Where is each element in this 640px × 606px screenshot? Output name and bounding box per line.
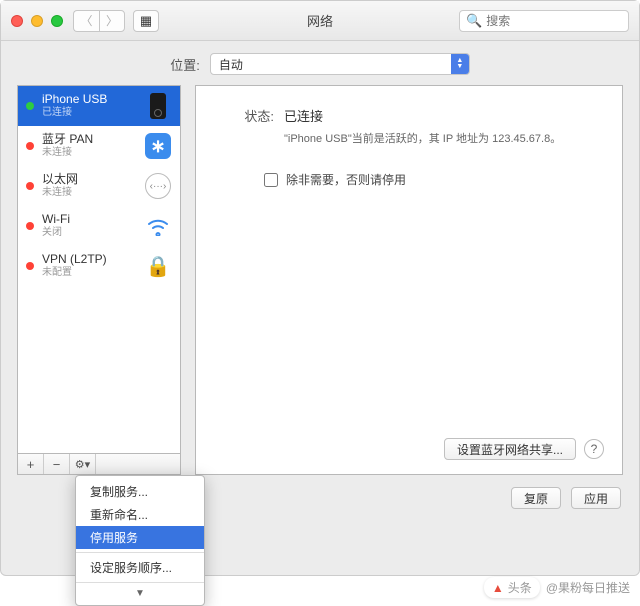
revert-button[interactable]: 复原 bbox=[511, 487, 561, 509]
watermark-prefix: 头条 bbox=[508, 579, 532, 596]
service-name: VPN (L2TP) bbox=[42, 252, 136, 266]
service-status: 未连接 bbox=[42, 186, 136, 200]
menu-separator bbox=[76, 552, 204, 553]
bluetooth-sharing-button[interactable]: 设置蓝牙网络共享... bbox=[444, 438, 576, 460]
status-value: 已连接 bbox=[284, 106, 323, 125]
close-button[interactable] bbox=[11, 15, 23, 27]
status-dot-icon bbox=[26, 222, 34, 230]
forward-button[interactable]: 〉 bbox=[99, 10, 125, 32]
minimize-button[interactable] bbox=[31, 15, 43, 27]
search-icon: 🔍 bbox=[466, 13, 482, 29]
zoom-button[interactable] bbox=[51, 15, 63, 27]
menu-scroll-down-icon[interactable]: ▼ bbox=[76, 586, 204, 601]
location-dropdown[interactable]: 自动 ▲▼ bbox=[210, 53, 470, 75]
menu-duplicate-service[interactable]: 复制服务... bbox=[76, 480, 204, 503]
status-dot-icon bbox=[26, 102, 34, 110]
service-name: Wi-Fi bbox=[42, 212, 136, 226]
search-field[interactable]: 🔍 bbox=[459, 10, 629, 32]
phone-icon bbox=[144, 92, 172, 120]
location-label: 位置: bbox=[170, 55, 200, 74]
service-status: 关闭 bbox=[42, 226, 136, 240]
sidebar-item-vpn[interactable]: VPN (L2TP) 未配置 🔒 bbox=[18, 246, 180, 286]
location-row: 位置: 自动 ▲▼ bbox=[1, 41, 639, 85]
service-name: 蓝牙 PAN bbox=[42, 132, 136, 146]
remove-service-button[interactable]: − bbox=[44, 454, 70, 474]
show-all-button[interactable]: ▦ bbox=[133, 10, 159, 32]
service-status: 已连接 bbox=[42, 106, 136, 120]
watermark-text: @果粉每日推送 bbox=[546, 579, 630, 596]
service-name: 以太网 bbox=[42, 172, 136, 186]
dropdown-arrows-icon: ▲▼ bbox=[451, 54, 469, 74]
back-button[interactable]: 〈 bbox=[73, 10, 99, 32]
service-status: 未连接 bbox=[42, 146, 136, 160]
service-name: iPhone USB bbox=[42, 92, 136, 106]
bluetooth-icon: ∗ bbox=[144, 132, 172, 160]
status-dot-icon bbox=[26, 182, 34, 190]
status-description: "iPhone USB"当前是活跃的，其 IP 地址为 123.45.67.8。 bbox=[284, 131, 604, 147]
service-list: iPhone USB 已连接 蓝牙 PAN 未连接 ∗ bbox=[17, 85, 181, 453]
checkbox-label: 除非需要，否则请停用 bbox=[286, 171, 406, 188]
service-context-menu: 复制服务... 重新命名... 停用服务 设定服务顺序... ▼ bbox=[75, 475, 205, 606]
sidebar-item-bluetooth-pan[interactable]: 蓝牙 PAN 未连接 ∗ bbox=[18, 126, 180, 166]
help-button[interactable]: ? bbox=[584, 439, 604, 459]
service-toolbar: + − ⚙︎▾ bbox=[17, 453, 181, 475]
window-controls bbox=[11, 15, 63, 27]
menu-separator bbox=[76, 582, 204, 583]
sidebar-item-wifi[interactable]: Wi-Fi 关闭 bbox=[18, 206, 180, 246]
nav-buttons: 〈 〉 bbox=[73, 10, 125, 32]
menu-rename-service[interactable]: 重新命名... bbox=[76, 503, 204, 526]
titlebar: 〈 〉 ▦ 网络 🔍 bbox=[1, 1, 639, 41]
menu-disable-service[interactable]: 停用服务 bbox=[76, 526, 204, 549]
add-service-button[interactable]: + bbox=[18, 454, 44, 474]
service-actions-button[interactable]: ⚙︎▾ bbox=[70, 454, 96, 474]
detail-panel: 状态: 已连接 "iPhone USB"当前是活跃的，其 IP 地址为 123.… bbox=[195, 85, 623, 475]
grid-icon: ▦ bbox=[140, 13, 152, 29]
menu-set-service-order[interactable]: 设定服务顺序... bbox=[76, 556, 204, 579]
apply-button[interactable]: 应用 bbox=[571, 487, 621, 509]
wifi-icon bbox=[144, 212, 172, 240]
sidebar-item-iphone-usb[interactable]: iPhone USB 已连接 bbox=[18, 86, 180, 126]
watermark-logo-icon: ▲ bbox=[492, 581, 504, 595]
status-label: 状态: bbox=[214, 106, 274, 125]
location-value: 自动 bbox=[219, 56, 451, 73]
sidebar-item-ethernet[interactable]: 以太网 未连接 ‹···› bbox=[18, 166, 180, 206]
network-preferences-window: 〈 〉 ▦ 网络 🔍 位置: 自动 ▲▼ iPhone USB bbox=[0, 0, 640, 576]
status-dot-icon bbox=[26, 262, 34, 270]
status-dot-icon bbox=[26, 142, 34, 150]
disable-unless-needed-checkbox[interactable] bbox=[264, 173, 278, 187]
search-input[interactable] bbox=[486, 14, 622, 28]
watermark: ▲ 头条 @果粉每日推送 bbox=[484, 577, 630, 598]
ethernet-icon: ‹···› bbox=[144, 172, 172, 200]
service-status: 未配置 bbox=[42, 266, 136, 280]
lock-icon: 🔒 bbox=[144, 252, 172, 280]
